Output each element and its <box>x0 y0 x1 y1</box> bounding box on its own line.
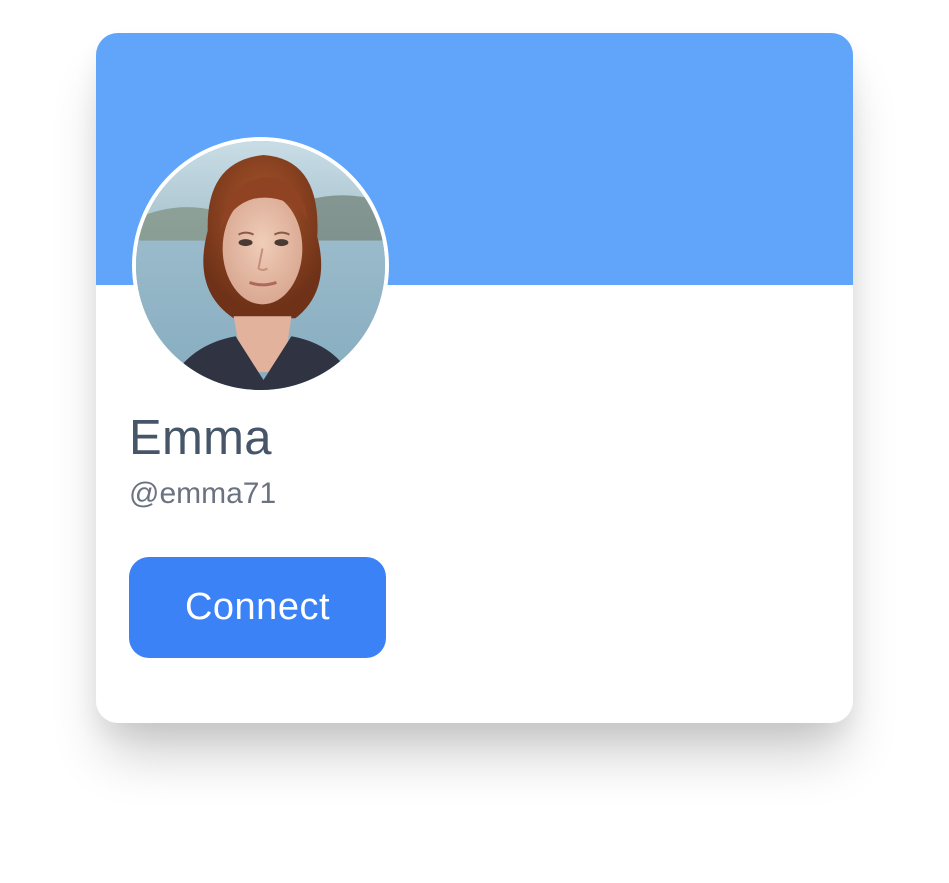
profile-name: Emma <box>129 411 272 465</box>
page: Emma @emma71 Connect <box>0 0 949 883</box>
profile-card: Emma @emma71 Connect <box>96 33 853 723</box>
connect-button[interactable]: Connect <box>129 557 386 658</box>
avatar-photo-icon <box>136 141 385 390</box>
profile-handle: @emma71 <box>129 477 277 510</box>
avatar <box>132 137 389 394</box>
